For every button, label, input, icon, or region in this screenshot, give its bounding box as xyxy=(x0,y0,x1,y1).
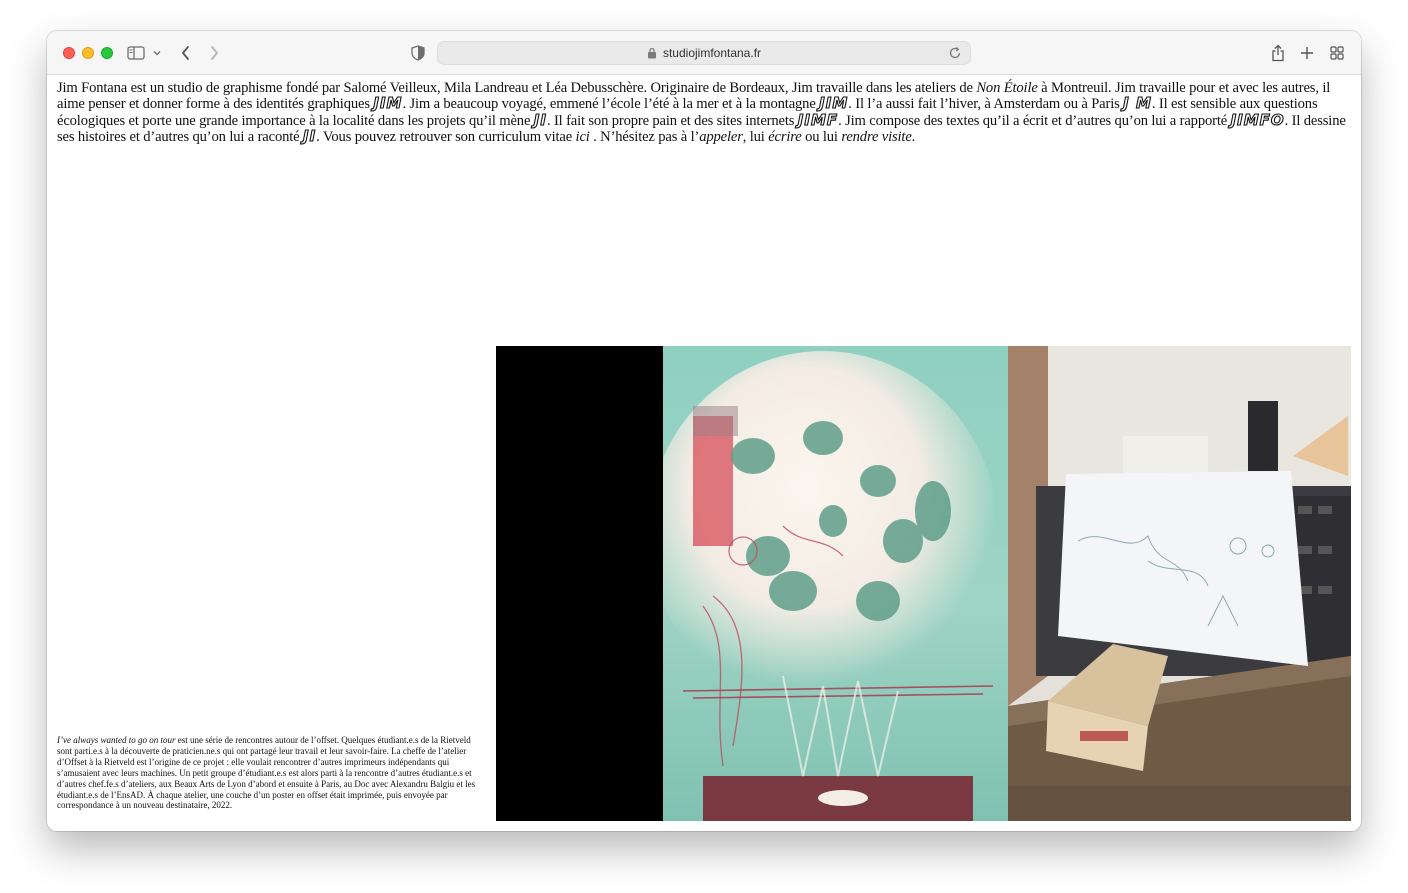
intro-text: . Il l’a aussi fait l’hiver, à Amsterdam… xyxy=(848,96,1124,113)
intro-text: , lui xyxy=(742,129,769,146)
url-text: studiojimfontana.fr xyxy=(662,46,762,60)
intro-text: . N’hésitez pas à l’ xyxy=(589,129,700,146)
project-image[interactable] xyxy=(496,346,1351,821)
jim-logo-glyph: JI xyxy=(302,127,317,146)
jim-logo-glyph: J M xyxy=(1123,94,1152,113)
address-bar[interactable]: studiojimfontana.fr xyxy=(437,41,971,65)
browser-toolbar: studiojimfontana.fr xyxy=(47,31,1361,75)
jim-logo-glyph: JI xyxy=(533,110,547,129)
zoom-window-button[interactable] xyxy=(101,47,113,59)
close-window-button[interactable] xyxy=(63,47,75,59)
back-arrow-icon[interactable] xyxy=(177,42,195,64)
jim-logo-glyph: JIM xyxy=(373,94,403,113)
cv-link[interactable]: ici xyxy=(576,129,590,145)
intro-text: . Vous pouvez retrouver son curriculum v… xyxy=(316,129,576,146)
chevron-down-icon[interactable] xyxy=(151,42,163,64)
image-black-panel xyxy=(496,346,663,821)
reload-icon[interactable] xyxy=(948,46,962,60)
intro-text: ou lui xyxy=(801,129,842,146)
project-title: I’ve always wanted to go on tour xyxy=(57,735,176,745)
forward-arrow-icon[interactable] xyxy=(205,42,223,64)
minimize-window-button[interactable] xyxy=(82,47,94,59)
intro-text: . Jim compose des textes qu’il a écrit e… xyxy=(838,112,1231,129)
call-link[interactable]: appeler xyxy=(699,129,743,145)
intro-text: . Il fait son propre pain et des sites i… xyxy=(546,112,798,129)
studio-photo-image xyxy=(1008,346,1351,821)
studio-intro-text: Jim Fontana est un studio de graphisme f… xyxy=(57,80,1353,146)
offset-poster-image xyxy=(663,346,1008,821)
non-etoile-name: Non Étoile xyxy=(976,80,1038,96)
new-tab-icon[interactable] xyxy=(1298,42,1316,64)
write-link[interactable]: écrire xyxy=(768,129,802,145)
jim-logo-glyph: JIMFO xyxy=(1230,110,1285,129)
privacy-shield-icon[interactable] xyxy=(409,42,427,64)
sidebar-toggle-icon[interactable] xyxy=(127,42,145,64)
tab-overview-icon[interactable] xyxy=(1328,42,1346,64)
browser-window: studiojimfontana.fr Jim Fontana est un s… xyxy=(47,31,1361,831)
jim-logo-glyph: JIMF xyxy=(797,110,839,129)
lock-icon xyxy=(647,47,659,59)
project-caption: I’ve always wanted to go on tour est une… xyxy=(57,735,477,811)
page-content: Jim Fontana est un studio de graphisme f… xyxy=(47,75,1361,831)
project-description: est une série de rencontres autour de l’… xyxy=(57,735,476,811)
share-icon[interactable] xyxy=(1269,42,1287,64)
intro-text: . xyxy=(911,129,916,146)
jim-logo-glyph: JIM xyxy=(819,94,849,113)
intro-text: . Jim a beaucoup voyagé, emmené l’école … xyxy=(402,96,820,113)
visit-link[interactable]: rendre visite xyxy=(841,129,911,145)
